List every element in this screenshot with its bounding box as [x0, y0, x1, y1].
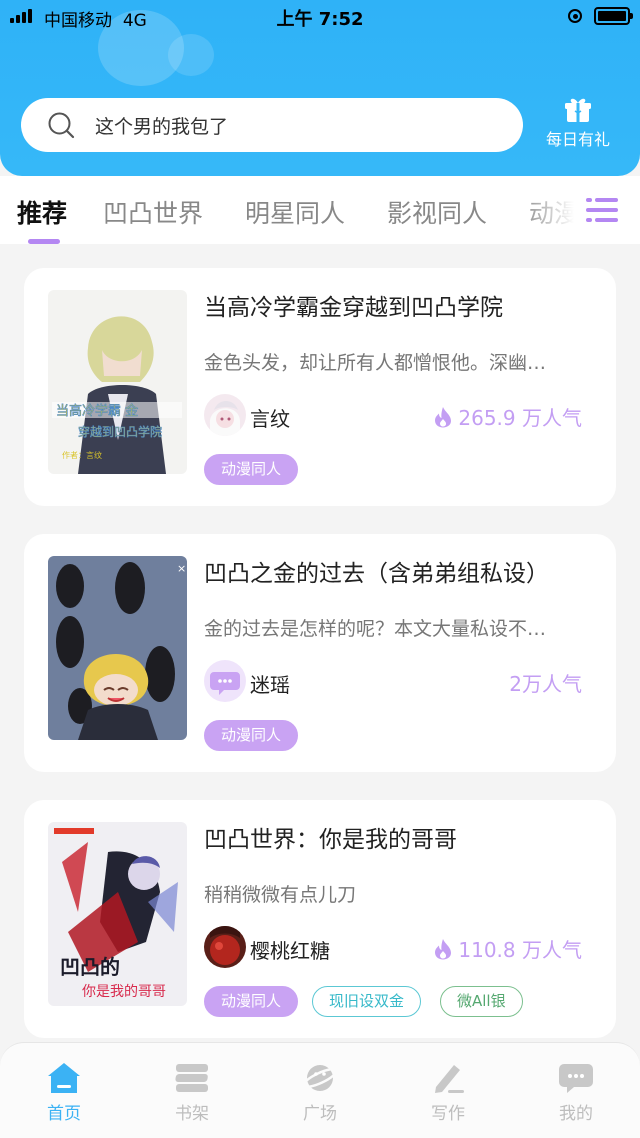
story-tag[interactable]: 动漫同人 [204, 986, 299, 1017]
story-cover-image: 当高冷学霸 金 穿越到凹凸学院 作者：言纹 [48, 290, 187, 474]
home-icon [48, 1063, 80, 1093]
author-avatar [204, 660, 246, 702]
author-name: 迷瑶 [250, 673, 290, 697]
search-placeholder: 这个男的我包了 [95, 116, 229, 138]
popularity-count: 110.8 万人气 [458, 938, 582, 962]
tab-aotu-world[interactable]: 凹凸世界 [103, 194, 203, 230]
daily-gift-button[interactable]: 每日有礼 [538, 97, 618, 157]
author-avatar [204, 926, 246, 968]
flame-icon [435, 406, 452, 427]
tab-fade [520, 176, 640, 244]
active-tab-indicator [28, 239, 60, 244]
nav-write-label: 写作 [431, 1104, 465, 1124]
tab-recommended[interactable]: 推荐 [17, 194, 67, 230]
gift-icon [565, 98, 591, 122]
author-avatar [204, 394, 246, 436]
header: 中国移动 4G 上午 7:52 这个男的我包了 每日有礼 [0, 0, 640, 176]
svg-text:作者：言纹: 作者：言纹 [62, 450, 102, 460]
chat-bubble-icon [559, 1064, 593, 1093]
tab-film-fanfic[interactable]: 影视同人 [387, 194, 487, 230]
pen-icon [435, 1065, 464, 1093]
nav-home[interactable]: 首页 [0, 1043, 128, 1138]
story-card[interactable]: 凹凸的 你是我的哥哥 凹凸世界：你是我的哥哥 稍稍微微有点儿刀 樱桃红糖 110… [24, 800, 616, 1038]
story-card[interactable]: × 凹凸之金的过去（含弟弟组私设） 金的过去是怎样的呢？本文大量私设不… 迷瑶 … [24, 534, 616, 772]
status-bar: 中国移动 4G 上午 7:52 [0, 0, 640, 34]
story-cover-image: 凹凸的 你是我的哥哥 [48, 822, 187, 1006]
daily-gift-label: 每日有礼 [545, 130, 610, 149]
planet-icon [302, 1065, 338, 1091]
svg-text:你是我的哥哥: 你是我的哥哥 [82, 984, 166, 1000]
story-tag[interactable]: 动漫同人 [204, 720, 299, 751]
nav-square-label: 广场 [303, 1104, 337, 1124]
svg-text:×: × [177, 562, 186, 575]
popularity-count: 265.9 万人气 [458, 406, 582, 430]
popularity: 265.9 万人气 [434, 402, 582, 431]
battery-icon [594, 7, 633, 25]
story-tag[interactable]: 现旧设双金 [312, 986, 422, 1017]
popularity-count: 2万人气 [509, 672, 582, 696]
decor-bubble [168, 34, 214, 76]
nav-mine-label: 我的 [559, 1104, 593, 1124]
category-menu-icon[interactable] [586, 196, 618, 224]
story-title: 凹凸世界：你是我的哥哥 [204, 827, 457, 853]
story-cover-image: × [48, 556, 187, 740]
story-summary: 金的过去是怎样的呢？本文大量私设不… [204, 618, 547, 640]
author-name: 言纹 [250, 407, 290, 431]
nav-write[interactable]: 写作 [384, 1043, 512, 1138]
story-card[interactable]: 当高冷学霸 金 穿越到凹凸学院 作者：言纹 当高冷学霸金穿越到凹凸学院 金色头发… [24, 268, 616, 506]
author-name: 樱桃红糖 [250, 939, 330, 963]
search-bar[interactable]: 这个男的我包了 [21, 98, 523, 152]
clock: 上午 7:52 [276, 9, 364, 30]
nav-square[interactable]: 广场 [256, 1043, 384, 1138]
story-tag[interactable]: 微All银 [440, 986, 523, 1017]
bookshelf-icon [175, 1064, 208, 1092]
nav-mine[interactable]: 我的 [512, 1043, 640, 1138]
story-summary: 金色头发，却让所有人都憎恨他。深幽… [204, 352, 547, 374]
nav-home-label: 首页 [47, 1104, 81, 1124]
search-icon [48, 112, 75, 139]
popularity: 2万人气 [509, 668, 582, 697]
popularity: 110.8 万人气 [434, 934, 582, 963]
story-summary: 稍稍微微有点儿刀 [204, 884, 357, 906]
bottom-nav: 首页 书架 广场 写作 我的 [0, 1042, 640, 1138]
nav-bookshelf[interactable]: 书架 [128, 1043, 256, 1138]
svg-text:穿越到凹凸学院: 穿越到凹凸学院 [78, 424, 162, 439]
svg-text:凹凸的: 凹凸的 [60, 955, 120, 979]
rotation-lock-icon [568, 9, 582, 23]
svg-text:当高冷学霸 金: 当高冷学霸 金 [56, 403, 138, 419]
story-title: 凹凸之金的过去（含弟弟组私设） [204, 561, 549, 587]
flame-icon [435, 938, 452, 959]
nav-bookshelf-label: 书架 [175, 1104, 209, 1124]
tab-celebrity-fanfic[interactable]: 明星同人 [245, 194, 345, 230]
category-tabs: 推荐 凹凸世界 明星同人 影视同人 动漫 [0, 176, 640, 244]
story-tag[interactable]: 动漫同人 [204, 454, 299, 485]
story-title: 当高冷学霸金穿越到凹凸学院 [204, 295, 503, 321]
